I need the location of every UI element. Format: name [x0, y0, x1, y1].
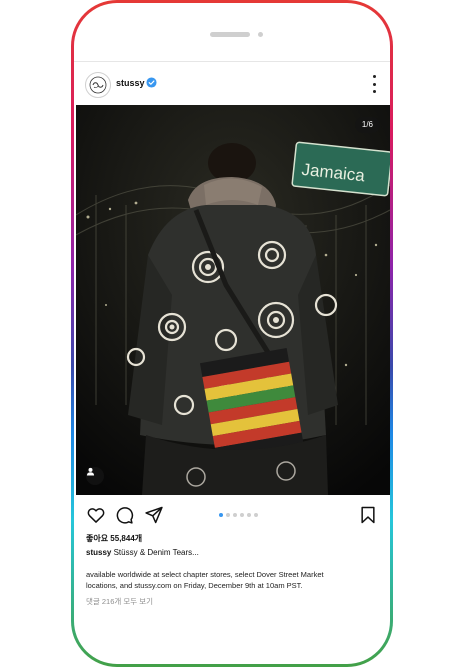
- carousel-indicator: [219, 513, 258, 517]
- phone-frame: stussy Jamaica 1/6 좋아요 55,844개 stussy St…: [71, 0, 393, 667]
- carousel-dot: [254, 513, 258, 517]
- header-divider: [74, 61, 390, 62]
- avatar[interactable]: [85, 72, 111, 98]
- user-tag-icon[interactable]: [86, 467, 104, 485]
- body-line-1: available worldwide at select chapter st…: [86, 570, 324, 579]
- send-icon[interactable]: [144, 505, 164, 525]
- carousel-dot: [219, 513, 223, 517]
- post-body-text: available worldwide at select chapter st…: [86, 569, 376, 591]
- post-actions: [74, 503, 390, 529]
- photo-counter: 1/6: [354, 117, 380, 133]
- carousel-dot: [226, 513, 230, 517]
- post-username[interactable]: stussy: [116, 78, 145, 88]
- carousel-dot: [233, 513, 237, 517]
- stussy-logo-icon: [89, 76, 107, 94]
- post-caption: stussy Stüssy & Denim Tears...: [86, 548, 199, 557]
- post-photo-image: Jamaica: [76, 105, 390, 495]
- phone-screen: stussy Jamaica 1/6 좋아요 55,844개 stussy St…: [74, 3, 390, 664]
- like-count[interactable]: 좋아요 55,844개: [86, 533, 142, 544]
- phone-speaker: [210, 32, 250, 37]
- phone-camera: [258, 32, 263, 37]
- heart-icon[interactable]: [86, 505, 106, 525]
- view-comments-link[interactable]: 댓글 216개 모두 보기: [86, 596, 153, 607]
- post-photo[interactable]: Jamaica 1/6: [76, 105, 390, 495]
- comment-icon[interactable]: [114, 505, 134, 525]
- carousel-dot: [247, 513, 251, 517]
- post-header: stussy: [74, 69, 390, 103]
- caption-username[interactable]: stussy: [86, 548, 111, 557]
- caption-text: Stüssy & Denim Tears...: [113, 548, 199, 557]
- bookmark-icon[interactable]: [358, 505, 378, 525]
- verified-badge-icon: [146, 77, 157, 88]
- body-line-2: locations, and stussy.com on Friday, Dec…: [86, 581, 303, 590]
- person-icon: [86, 467, 95, 476]
- carousel-dot: [240, 513, 244, 517]
- more-options-icon[interactable]: [372, 75, 376, 93]
